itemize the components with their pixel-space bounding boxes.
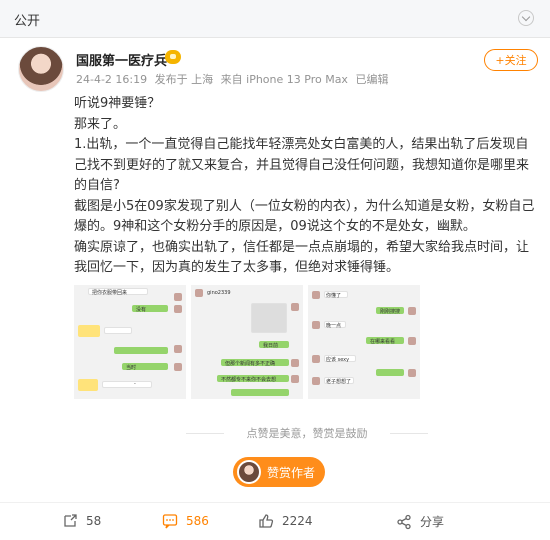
chat-text: 当时 — [126, 365, 137, 371]
chat-text: 没有 — [136, 307, 147, 313]
post-device: 来自 iPhone 13 Pro Max — [220, 73, 348, 86]
comment-button[interactable]: 586 — [162, 513, 209, 529]
chat-screenshot-2[interactable]: gino2339 我日前 但那个新闻有多不正确 不然都专不来你不会去想 — [191, 285, 303, 399]
post-images: 把你衣服带回来 没有 当时 - gino2339 我日前 但那个新闻有多不正确 — [74, 285, 420, 399]
post-paragraph: 那来了。 — [74, 116, 127, 132]
member-badge-icon — [165, 50, 181, 64]
forward-count: 58 — [86, 514, 102, 528]
chat-text: 应该 sexy — [326, 357, 350, 363]
post-content: 听说9神要锤？ 那来了。 1.出轨，一个一直觉得自己能找年轻漂亮处女白富美的人，… — [74, 94, 540, 279]
reward-author-button[interactable]: 赞赏作者 — [233, 457, 325, 487]
praise-text: 点赞是美意，赞赏是鼓励 — [74, 425, 540, 441]
comment-count: 586 — [186, 514, 209, 528]
chat-text: 我日前 — [263, 343, 279, 349]
chat-text: 晚一点 — [326, 323, 342, 329]
chat-text: 你懂了 — [326, 293, 342, 299]
chat-screenshot-3[interactable]: 你懂了 刚刚搜搜 晚一点 在哪来看看 应该 sexy 老子想想了 — [308, 285, 420, 399]
chat-text: 但那个新闻有多不正确 — [225, 361, 276, 367]
chat-screenshot-1[interactable]: 把你衣服带回来 没有 当时 - — [74, 285, 186, 399]
forward-button[interactable]: 58 — [62, 513, 101, 529]
chat-text: 在哪来看看 — [370, 339, 396, 345]
weibo-post-card: 国服第一医疗兵 24-4-2 16:19 发布于 上海 来自 iPhone 13… — [0, 38, 550, 540]
reward-label: 赞赏作者 — [267, 465, 316, 480]
chevron-down-icon[interactable] — [518, 10, 534, 26]
chat-text: 老子想想了 — [326, 379, 352, 385]
chat-text: 刚刚搜搜 — [380, 309, 401, 315]
post-paragraph: 听说9神要锤？ — [74, 96, 161, 111]
post-location: 发布于 上海 — [154, 73, 214, 86]
share-icon — [397, 514, 411, 529]
post-edited[interactable]: 已编辑 — [355, 73, 388, 86]
author-name[interactable]: 国服第一医疗兵 — [76, 50, 167, 69]
post-meta: 24-4-2 16:19 发布于 上海 来自 iPhone 13 Pro Max… — [76, 71, 392, 87]
chat-text: 不然都专不来你不会去想 — [221, 377, 277, 383]
share-button[interactable]: 分享 — [396, 513, 444, 530]
thumbs-up-icon — [259, 514, 274, 528]
chat-text: 把你衣服带回来 — [92, 290, 128, 296]
visibility-label: 公开 — [14, 14, 41, 29]
chat-text: gino2339 — [207, 290, 231, 296]
visibility-bar: 公开 — [0, 0, 550, 38]
post-paragraph: 1.出轨，一个一直觉得自己能找年轻漂亮处女白富美的人，结果出轨了后发现自己找不到… — [74, 137, 530, 193]
avatar[interactable] — [18, 46, 64, 92]
like-count: 2224 — [282, 514, 313, 528]
forward-icon — [64, 514, 77, 527]
share-label: 分享 — [420, 515, 445, 529]
chat-text: - — [134, 381, 136, 387]
comment-icon — [162, 514, 178, 529]
post-paragraph: 确实原谅了，也确实出轨了，信任都是一点点崩塌的，希望大家给我点时间，让我回忆一下… — [74, 239, 530, 276]
follow-button[interactable]: +关注 — [484, 49, 538, 71]
post-time[interactable]: 24-4-2 16:19 — [76, 73, 147, 86]
avatar — [237, 460, 261, 484]
like-button[interactable]: 2224 — [258, 513, 313, 529]
action-bar: 58 586 2224 分享 — [0, 502, 550, 540]
post-paragraph: 截图是小5在09家发现了别人（一位女粉的内衣），为什么知道是女粉，女粉自己爆的。… — [74, 198, 535, 235]
